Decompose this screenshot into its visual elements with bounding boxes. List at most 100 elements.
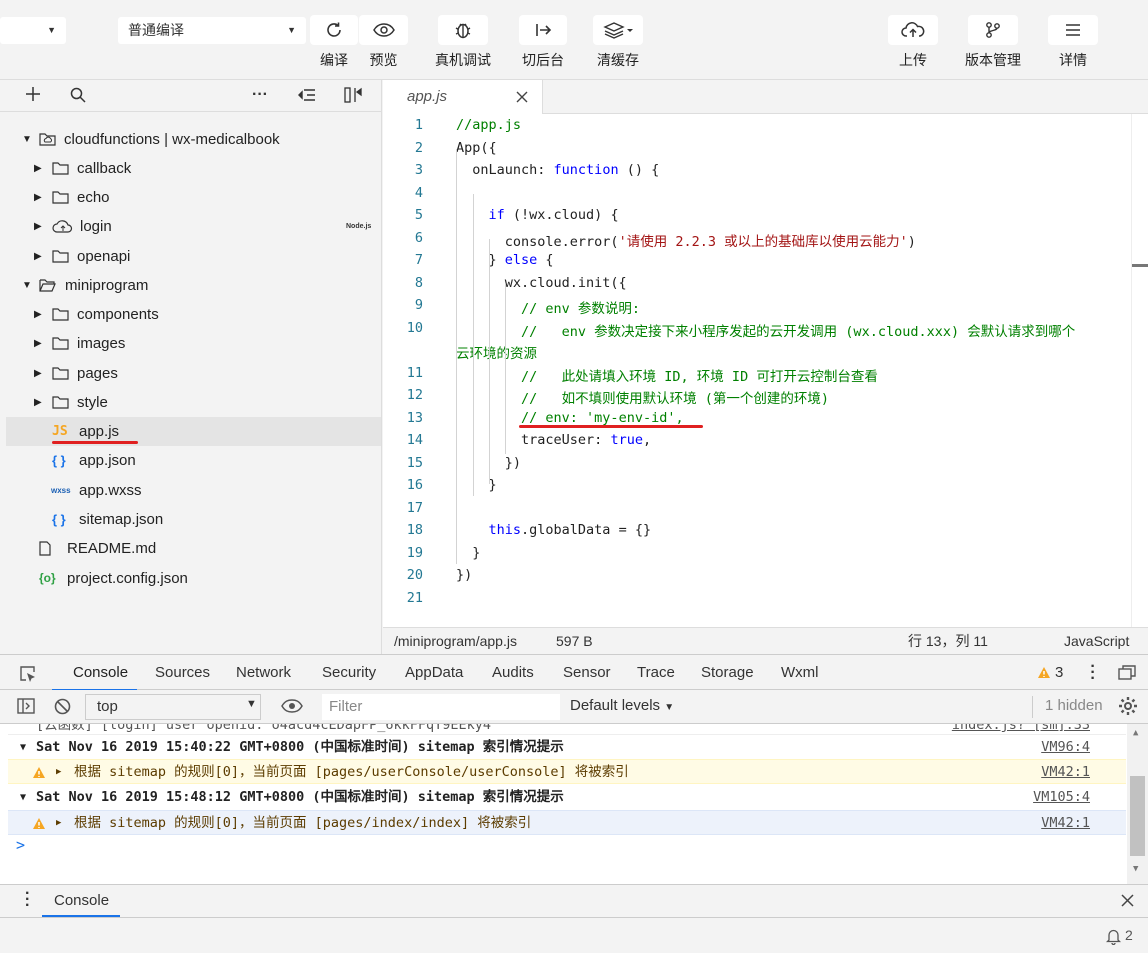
code-line[interactable]: }	[456, 545, 480, 561]
active-drawer-tab[interactable]: Console	[42, 885, 120, 917]
gear-icon[interactable]	[1118, 696, 1138, 716]
compile-mode-select[interactable]: 普通编译 ▼	[118, 17, 306, 44]
code-editor[interactable]: 1 //app.js 2 App({3 onLaunch: function () {…	[383, 114, 1148, 627]
live-expression-eye-icon[interactable]	[281, 699, 303, 713]
undock-icon[interactable]	[1118, 665, 1136, 681]
code-line[interactable]: 云环境的资源	[456, 342, 537, 362]
code-line[interactable]: if (!wx.cloud) {	[456, 207, 619, 223]
code-line[interactable]: // env 参数决定接下来小程序发起的云开发调用 (wx.cloud.xxx)…	[456, 320, 1075, 340]
upload-button[interactable]	[888, 15, 938, 45]
default-levels-select[interactable]: Default levels ▼	[570, 697, 674, 714]
tab-sensor[interactable]: Sensor	[563, 655, 611, 691]
language-mode[interactable]: JavaScript	[1064, 628, 1129, 655]
warning-count[interactable]: 3	[1055, 655, 1063, 691]
console-warning-row[interactable]: ▶ 根据 sitemap 的规则[0]，当前页面 [pages/index/in…	[8, 810, 1126, 835]
bell-icon[interactable]	[1106, 928, 1121, 945]
tree-file-readme[interactable]: README.md	[6, 534, 381, 563]
tab-storage[interactable]: Storage	[701, 655, 754, 691]
tree-folder-login[interactable]: ▶ login Node.js	[6, 212, 381, 241]
code-line[interactable]: App({	[456, 140, 497, 156]
tree-folder-cloudfunctions[interactable]: ▼ cloudfunctions | wx-medicalbook	[6, 125, 381, 154]
add-icon[interactable]	[25, 86, 41, 102]
line-number: 16	[406, 477, 423, 493]
tree-folder-miniprogram[interactable]: ▼ miniprogram	[6, 271, 381, 300]
scrollbar-track[interactable]	[1131, 114, 1132, 627]
clear-console-icon[interactable]	[54, 698, 71, 715]
search-icon[interactable]	[70, 87, 86, 103]
more-icon[interactable]: ···	[252, 86, 268, 104]
cursor-position[interactable]: 行 13，列 11	[908, 628, 988, 655]
tab-console[interactable]: Console	[73, 655, 128, 691]
scroll-down-icon[interactable]: ▼	[1133, 864, 1138, 874]
tab-wxml[interactable]: Wxml	[781, 655, 819, 691]
version-management-button[interactable]	[968, 15, 1018, 45]
line-number: 21	[406, 589, 423, 606]
console-output[interactable]: [云函数] [login] user openid: o4acd4cEDapFP…	[0, 724, 1148, 884]
tab-security[interactable]: Security	[322, 655, 376, 691]
tab-audits[interactable]: Audits	[492, 655, 534, 691]
code-line[interactable]: this.globalData = {}	[456, 522, 652, 538]
code-line[interactable]: traceUser: true,	[456, 432, 651, 448]
compile-button[interactable]	[310, 15, 358, 45]
tree-folder-callback[interactable]: ▶ callback	[6, 154, 381, 183]
tree-folder-images[interactable]: ▶ images	[6, 329, 381, 358]
console-warning-row[interactable]: ▶ 根据 sitemap 的规则[0]，当前页面 [pages/userCons…	[8, 759, 1126, 784]
toggle-sidebar-icon[interactable]	[344, 86, 364, 104]
tree-file-project-config[interactable]: {o} project.config.json	[6, 564, 381, 593]
collapse-all-icon[interactable]	[298, 88, 316, 102]
tree-folder-openapi[interactable]: ▶ openapi	[6, 242, 381, 271]
filter-input[interactable]: Filter	[322, 694, 560, 720]
preview-button[interactable]	[359, 15, 408, 45]
kebab-menu-icon[interactable]: · · ·	[1090, 659, 1096, 687]
tab-network[interactable]: Network	[236, 655, 291, 691]
tree-folder-style[interactable]: ▶ style	[6, 388, 381, 417]
code-line[interactable]: // env: 'my-env-id',	[456, 410, 684, 426]
code-line[interactable]: onLaunch: function () {	[456, 162, 659, 178]
tree-folder-components[interactable]: ▶ components	[6, 300, 381, 329]
source-link[interactable]: VM105:4	[1033, 785, 1090, 810]
code-line[interactable]: //app.js	[456, 117, 521, 133]
caret-right-icon: ▶	[34, 251, 42, 262]
sidebar-toggle-icon[interactable]	[17, 698, 35, 714]
bottom-status-bar: 2	[0, 918, 1148, 953]
clear-cache-button[interactable]	[593, 15, 643, 45]
code-line[interactable]: }	[456, 477, 497, 493]
context-select[interactable]: top ▼	[85, 694, 261, 720]
source-link[interactable]: VM96:4	[1041, 735, 1090, 760]
code-line[interactable]: wx.cloud.init({	[456, 275, 627, 291]
tab-trace[interactable]: Trace	[637, 655, 675, 691]
switch-background-button[interactable]	[519, 15, 567, 45]
console-group-row[interactable]: ▼ Sat Nov 16 2019 15:40:22 GMT+0800 (中国标…	[8, 734, 1126, 759]
folder-icon	[52, 162, 69, 175]
code-line[interactable]: })	[456, 567, 472, 583]
code-line[interactable]: console.error('请使用 2.2.3 或以上的基础库以使用云能力')	[456, 230, 916, 250]
code-line[interactable]: } else {	[456, 252, 554, 268]
console-prompt[interactable]: >	[16, 836, 25, 854]
source-link[interactable]: VM42:1	[1041, 811, 1090, 836]
code-line[interactable]: // env 参数说明:	[456, 297, 640, 317]
tab-app-js[interactable]: app.js	[383, 80, 543, 114]
tab-sources[interactable]: Sources	[155, 655, 210, 691]
tree-file-sitemap-json[interactable]: { } sitemap.json	[6, 505, 381, 534]
tree-folder-echo[interactable]: ▶ echo	[6, 183, 381, 212]
tree-file-app-wxss[interactable]: wxss app.wxss	[6, 476, 381, 505]
tree-folder-pages[interactable]: ▶ pages	[6, 359, 381, 388]
console-scrollbar[interactable]: ▲ ▼	[1127, 724, 1148, 884]
tree-file-app-json[interactable]: { } app.json	[6, 446, 381, 475]
close-icon[interactable]	[1121, 894, 1134, 907]
tab-appdata[interactable]: AppData	[405, 655, 463, 691]
tree-label: components	[77, 306, 159, 323]
details-button[interactable]	[1048, 15, 1098, 45]
close-icon[interactable]	[516, 91, 528, 103]
source-link[interactable]: VM42:1	[1041, 760, 1090, 785]
scroll-up-icon[interactable]: ▲	[1133, 728, 1138, 738]
device-debug-button[interactable]	[438, 15, 488, 45]
console-group-row[interactable]: ▼ Sat Nov 16 2019 15:48:12 GMT+0800 (中国标…	[8, 785, 1126, 810]
mode-select[interactable]: ▼	[0, 17, 66, 44]
inspect-element-icon[interactable]	[19, 665, 37, 683]
code-line[interactable]: // 此处请填入环境 ID, 环境 ID 可打开云控制台查看	[456, 365, 878, 385]
scrollbar-thumb[interactable]	[1130, 776, 1145, 856]
tree-label: README.md	[67, 540, 157, 557]
code-line[interactable]: // 如不填则使用默认环境 (第一个创建的环境)	[456, 387, 829, 407]
kebab-menu-icon[interactable]: · · ·	[25, 886, 30, 914]
